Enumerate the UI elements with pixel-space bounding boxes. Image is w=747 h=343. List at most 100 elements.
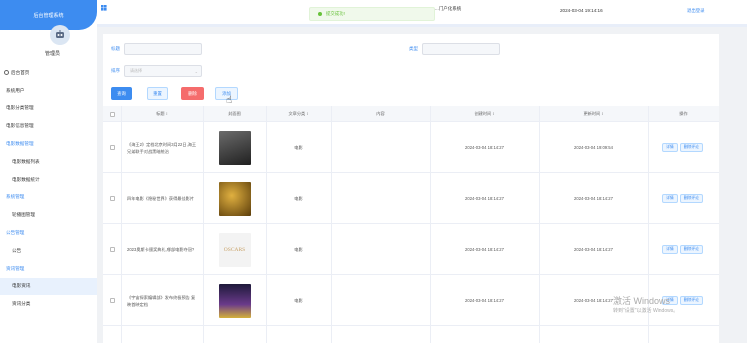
toast-message: 提交成功! (326, 11, 345, 16)
row-cover-cell: OSCARS (203, 224, 266, 275)
row-title: 四年电影《隐秘世界》获得最佳影片 (127, 196, 195, 201)
col-category[interactable]: 文章分类 ↕ (266, 106, 331, 122)
sidebar-group-announcements[interactable]: 公告管理 (0, 224, 97, 242)
avatar[interactable] (50, 25, 70, 45)
row-checkbox[interactable] (109, 145, 115, 150)
home-icon (4, 70, 9, 76)
sidebar-item-movie-categories[interactable]: 电影分类管理 (0, 100, 97, 118)
col-cover: 封面图 (228, 111, 241, 116)
delete-comment-button[interactable]: 删除评论 (679, 194, 703, 203)
row-checkbox-cell[interactable] (103, 173, 121, 224)
detail-button[interactable]: 详情 (662, 143, 678, 152)
row-actions: 详情 删除评论 (648, 122, 719, 173)
row-updated: 2024-03-04 19:09:54 (574, 145, 613, 150)
check-icon (318, 12, 322, 16)
column-divider (121, 106, 122, 343)
row-category: 电影 (294, 144, 303, 150)
col-actions: 操作 (679, 111, 688, 116)
type-label: 类型 (409, 46, 418, 51)
sidebar-group-system[interactable]: 系统管理 (0, 189, 97, 207)
sidebar-item-home[interactable]: 后台首页 (0, 64, 97, 82)
table-row: 四年电影《隐秘世界》获得最佳影片 电影 2024-03-04 18:14:27 … (103, 173, 719, 224)
row-title: 《宇宙探索编辑部》发布终极预告 复映首映定档 (127, 294, 196, 307)
sidebar-item-carousel[interactable]: 轮播图管理 (0, 206, 97, 224)
sidebar-item-announcement[interactable]: 公告 (0, 242, 97, 260)
current-datetime: 2024-03-04 19:14:16 (560, 8, 603, 13)
sort-select[interactable]: 请选择 ⌄ (124, 65, 202, 77)
row-updated: 2024-03-04 18:14:27 (574, 196, 613, 201)
row-checkbox-cell[interactable] (103, 275, 121, 326)
sidebar-item-news-categories[interactable]: 资讯分类 (0, 295, 97, 313)
sidebar: 后台管理系统 管理员 后台首页 系统用户 电影分类管理 电影信息管理 电影数据管… (0, 0, 97, 343)
logout-link[interactable]: 退出登录 (687, 8, 705, 14)
cover-image (218, 283, 251, 318)
sidebar-item-movie-news[interactable]: 电影资讯 (0, 277, 97, 296)
watermark-line1: 激活 Windows (613, 296, 671, 306)
row-cover-cell (203, 122, 266, 173)
sort-select-placeholder: 请选择 (130, 68, 142, 73)
col-created[interactable]: 创建时间 ↕ (430, 106, 539, 122)
sidebar-item-movie-info[interactable]: 电影信息管理 (0, 117, 97, 135)
row-checkbox[interactable] (109, 196, 115, 201)
sidebar-menu: 后台首页 系统用户 电影分类管理 电影信息管理 电影数据管理 电影数据列表 电影… (0, 64, 97, 313)
system-title: ...门户化系统 (435, 6, 462, 11)
column-divider (539, 106, 540, 343)
row-created: 2024-03-04 18:14:27 (465, 247, 504, 252)
col-content: 内容 (376, 111, 385, 116)
row-actions: 详情 删除评论 (648, 224, 719, 275)
row-checkbox-cell[interactable] (103, 122, 121, 173)
sidebar-group-news[interactable]: 资讯管理 (0, 260, 97, 278)
row-cover-cell (203, 173, 266, 224)
row-category: 电影 (294, 297, 303, 303)
mouse-cursor-icon: ☝ (226, 95, 233, 106)
row-checkbox[interactable] (109, 298, 115, 303)
watermark-line2: 转到"设置"以激活 Windows。 (613, 308, 679, 314)
header-divider (97, 24, 747, 27)
row-cover-cell (203, 275, 266, 326)
row-title: 2023奥斯卡颁奖典礼,哪部电影夺冠? (127, 247, 195, 252)
chevron-down-icon: ⌄ (194, 69, 198, 74)
col-updated[interactable]: 更新时间 ↕ (539, 106, 648, 122)
row-category: 电影 (294, 246, 303, 252)
reset-button[interactable]: 重置 (147, 87, 168, 100)
row-checkbox-cell[interactable] (103, 224, 121, 275)
column-divider (331, 106, 332, 343)
cover-image: OSCARS (218, 232, 251, 267)
delete-comment-button[interactable]: 删除评论 (679, 296, 703, 305)
col-title[interactable]: 标题 ↕ (121, 106, 203, 122)
row-category: 电影 (294, 195, 303, 201)
row-title: 《海王2》定档北京时间3月22日,海王兄弟联手对战黑暗统治 (127, 141, 197, 154)
row-created: 2024-03-04 18:14:27 (465, 298, 504, 303)
query-button[interactable]: 查询 (111, 87, 132, 100)
robot-avatar-icon (56, 30, 64, 38)
sidebar-item-movie-data-stats[interactable]: 电影数据统计 (0, 171, 97, 189)
menu-grid-icon[interactable] (101, 5, 107, 11)
detail-button[interactable]: 详情 (662, 245, 678, 254)
type-search-input[interactable] (422, 43, 500, 55)
table-header: 标题 ↕ 封面图 文章分类 ↕ 内容 创建时间 ↕ 更新时间 ↕ 操作 (103, 106, 719, 122)
select-all-checkbox[interactable] (109, 111, 115, 117)
title-search-input[interactable] (124, 43, 202, 55)
column-divider (203, 106, 204, 343)
column-divider (430, 106, 431, 343)
user-name: 管理员 (45, 51, 61, 57)
delete-comment-button[interactable]: 删除评论 (679, 143, 703, 152)
cover-image (218, 130, 251, 165)
row-created: 2024-03-04 18:14:27 (465, 145, 504, 150)
table-row: 《海王2》定档北京时间3月22日,海王兄弟联手对战黑暗统治 电影 2024-03… (103, 122, 719, 173)
sidebar-item-label: 后台首页 (11, 69, 30, 75)
detail-button[interactable]: 详情 (662, 194, 678, 203)
sidebar-item-movie-data-list[interactable]: 电影数据列表 (0, 153, 97, 171)
delete-button[interactable]: 删除 (181, 87, 204, 100)
sort-label: 排序 (111, 68, 120, 73)
row-checkbox[interactable] (109, 247, 115, 252)
select-all-checkbox-cell[interactable] (103, 106, 121, 122)
cover-image (218, 181, 251, 216)
delete-comment-button[interactable]: 删除评论 (679, 245, 703, 254)
row-updated: 2024-03-04 18:14:27 (574, 247, 613, 252)
sidebar-group-movie-data[interactable]: 电影数据管理 (0, 135, 97, 153)
sidebar-item-users[interactable]: 系统用户 (0, 82, 97, 100)
row-created: 2024-03-04 18:14:27 (465, 196, 504, 201)
table-row: 2023奥斯卡颁奖典礼,哪部电影夺冠? OSCARS 电影 2024-03-04… (103, 224, 719, 275)
row-actions: 详情 删除评论 (648, 173, 719, 224)
